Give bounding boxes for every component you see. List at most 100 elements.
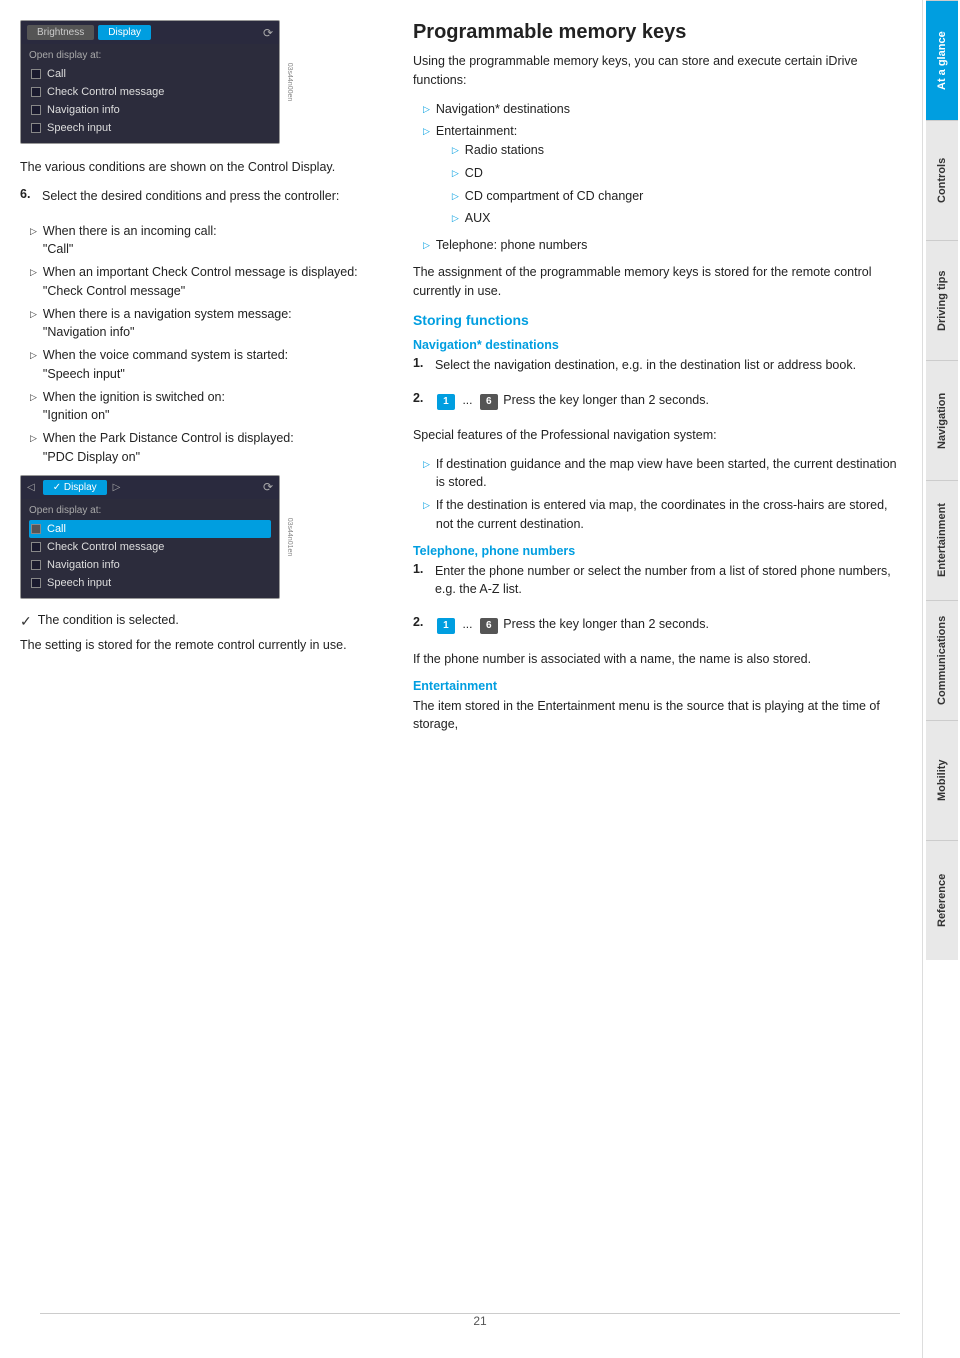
sub-bullet-cd-changer: ▷ CD compartment of CD changer	[452, 187, 643, 206]
triangle-blue-ent: ▷	[423, 125, 430, 232]
footer-text: The setting is stored for the remote con…	[20, 636, 383, 655]
nav-step1-number: 1.	[413, 356, 429, 385]
entertainment-subbullets: ▷ Radio stations ▷ CD ▷ CD compartment o…	[452, 141, 643, 228]
screen1-checkbox-speech[interactable]	[31, 123, 41, 133]
triangle-blue-special2: ▷	[423, 499, 430, 534]
sub-bullet-cd: ▷ CD	[452, 164, 643, 183]
screen1-body: Open display at: Call Check Control mess…	[21, 44, 279, 143]
triangle-icon-check-control: ▷	[30, 266, 37, 301]
tel-key-badge-1: 1	[437, 618, 455, 634]
features-list: ▷ Navigation* destinations ▷ Entertainme…	[423, 100, 902, 255]
screen2-checkbox-speech[interactable]	[31, 578, 41, 588]
screen2-nav-left: ◁	[27, 482, 35, 493]
bullet-pdc: ▷ When the Park Distance Control is disp…	[30, 429, 383, 467]
screen1-icon-btn: ⟳	[263, 26, 273, 40]
sidebar-tab-at-a-glance[interactable]: At a glance	[926, 0, 958, 120]
feature-entertainment-content: Entertainment: ▷ Radio stations ▷ CD	[436, 122, 643, 232]
tel-step1: 1. Enter the phone number or select the …	[413, 562, 902, 610]
bullet-ignition-content: When the ignition is switched on: "Ignit…	[43, 388, 225, 426]
screen1-label: Open display at:	[29, 50, 271, 61]
screen2-header: ◁ ✓ Display ▷ ⟳	[21, 476, 279, 499]
entertainment-sub-title: Entertainment	[413, 679, 902, 693]
sidebar-tab-controls[interactable]: Controls	[926, 120, 958, 240]
nav-step2: 2. 1 ... 6 Press the key longer than 2 s…	[413, 391, 902, 420]
bullet-call: ▷ When there is an incoming call: "Call"	[30, 222, 383, 260]
triangle-icon-pdc: ▷	[30, 432, 37, 467]
screen2-row-call: Call	[29, 520, 271, 538]
bullet-check-control-content: When an important Check Control message …	[43, 263, 358, 301]
bullet-call-content: When there is an incoming call: "Call"	[43, 222, 217, 260]
screen2-container: ◁ ✓ Display ▷ ⟳ Open display at: Call	[20, 475, 295, 599]
step6-number: 6.	[20, 187, 36, 216]
screen1-row-call: Call	[29, 65, 271, 83]
page-divider	[40, 1313, 900, 1314]
page-number: 21	[473, 1314, 486, 1328]
storing-functions-title: Storing functions	[413, 312, 902, 328]
telephone-title: Telephone, phone numbers	[413, 544, 902, 558]
conditions-bullet-list: ▷ When there is an incoming call: "Call"…	[30, 222, 383, 467]
nav-destinations-title: Navigation* destinations	[413, 338, 902, 352]
ellipsis1: ...	[462, 393, 475, 407]
triangle-blue-radio: ▷	[452, 144, 459, 160]
triangle-blue-aux: ▷	[452, 212, 459, 228]
screen1-tab-brightness[interactable]: Brightness	[27, 25, 94, 40]
tel-step2-text: 1 ... 6 Press the key longer than 2 seco…	[435, 615, 709, 634]
screen2-checkbox-nav-info[interactable]	[31, 560, 41, 570]
triangle-icon-ignition: ▷	[30, 391, 37, 426]
triangle-blue-cd: ▷	[452, 167, 459, 183]
screen2-row-check-control: Check Control message	[29, 538, 271, 556]
screen2-checkbox-call[interactable]	[31, 524, 41, 534]
right-column: Programmable memory keys Using the progr…	[403, 20, 902, 1328]
screen1: Brightness Display ⟳ Open display at: Ca…	[20, 20, 280, 144]
nav-step1: 1. Select the navigation destination, e.…	[413, 356, 902, 385]
triangle-blue-tel: ▷	[423, 239, 430, 255]
entertainment-text: The item stored in the Entertainment men…	[413, 697, 902, 735]
screen2-body: Open display at: Call Check Control mess…	[21, 499, 279, 598]
tel-step2-number: 2.	[413, 615, 429, 644]
step6-text: Select the desired conditions and press …	[42, 187, 339, 206]
tel-step2: 2. 1 ... 6 Press the key longer than 2 s…	[413, 615, 902, 644]
special-bullet-1: ▷ If destination guidance and the map vi…	[423, 455, 902, 493]
bullet-check-control: ▷ When an important Check Control messag…	[30, 263, 383, 301]
screen2-checkbox-check-control[interactable]	[31, 542, 41, 552]
triangle-blue-special1: ▷	[423, 458, 430, 493]
checkmark-note: ✓ The condition is selected.	[20, 613, 383, 630]
triangle-blue-nav: ▷	[423, 103, 430, 119]
special-bullet-2: ▷ If the destination is entered via map,…	[423, 496, 902, 534]
bullet-nav-message-content: When there is a navigation system messag…	[43, 305, 292, 343]
sidebar-tab-driving-tips[interactable]: Driving tips	[926, 240, 958, 360]
screen1-checkbox-nav-info[interactable]	[31, 105, 41, 115]
bullet-voice: ▷ When the voice command system is start…	[30, 346, 383, 384]
screen1-checkbox-call[interactable]	[31, 69, 41, 79]
screen1-tab-display[interactable]: Display	[98, 25, 151, 40]
special-bullets: ▷ If destination guidance and the map vi…	[423, 455, 902, 534]
tel-ellipsis: ...	[462, 617, 475, 631]
triangle-icon-voice: ▷	[30, 349, 37, 384]
screen1-row-speech: Speech input	[29, 119, 271, 137]
sidebar-tab-navigation[interactable]: Navigation	[926, 360, 958, 480]
triangle-icon-nav-message: ▷	[30, 308, 37, 343]
screen2-tab-display[interactable]: ✓ Display	[43, 480, 107, 495]
left-column: Brightness Display ⟳ Open display at: Ca…	[20, 20, 403, 1328]
key-badge-6: 6	[480, 394, 498, 410]
screen2: ◁ ✓ Display ▷ ⟳ Open display at: Call	[20, 475, 280, 599]
feature-telephone: ▷ Telephone: phone numbers	[423, 236, 902, 255]
tel-step1-number: 1.	[413, 562, 429, 610]
screen1-checkbox-check-control[interactable]	[31, 87, 41, 97]
sidebar-tabs: At a glance Controls Driving tips Naviga…	[922, 0, 960, 1358]
body-text-conditions: The various conditions are shown on the …	[20, 158, 383, 177]
sub-bullet-radio: ▷ Radio stations	[452, 141, 643, 160]
sub-bullet-aux: ▷ AUX	[452, 209, 643, 228]
sidebar-tab-entertainment[interactable]: Entertainment	[926, 480, 958, 600]
triangle-icon-call: ▷	[30, 225, 37, 260]
main-title: Programmable memory keys	[413, 20, 902, 44]
sidebar-tab-communications[interactable]: Communications	[926, 600, 958, 720]
screen2-watermark: 03s44n01en	[286, 517, 293, 556]
feature-navigation: ▷ Navigation* destinations	[423, 100, 902, 119]
sidebar-tab-mobility[interactable]: Mobility	[926, 720, 958, 840]
sidebar-tab-reference[interactable]: Reference	[926, 840, 958, 960]
screen2-label: Open display at:	[29, 505, 271, 516]
key-badge-1: 1	[437, 394, 455, 410]
name-note: If the phone number is associated with a…	[413, 650, 902, 669]
screen1-watermark: 03s44n00en	[286, 63, 293, 102]
